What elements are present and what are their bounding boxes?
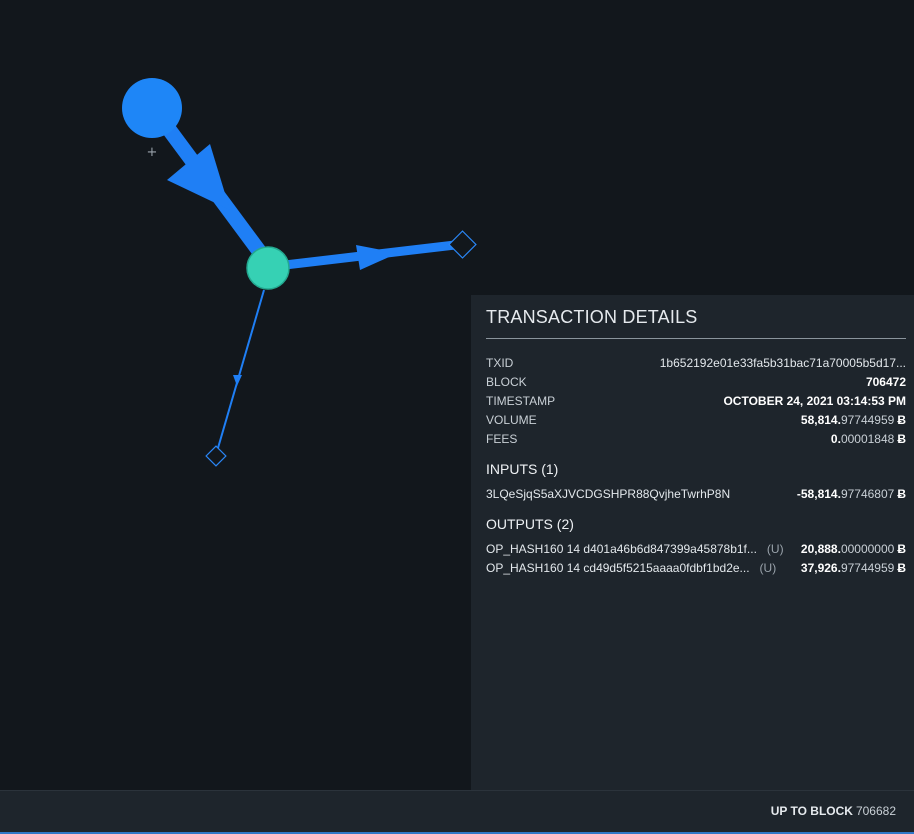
output-edge-2-arrow-icon (233, 375, 242, 386)
timestamp-label: TIMESTAMP (486, 393, 556, 408)
output-address-group: OP_HASH160 14 d401a46b6d847399a45878b1f.… (486, 542, 784, 556)
bitcoin-icon: Ƀ (897, 412, 906, 427)
inputs-title: INPUTS (1) (486, 461, 559, 477)
output-address[interactable]: OP_HASH160 14 cd49d5f5215aaaa0fdbf1bd2e.… (486, 561, 750, 575)
volume-value-integer: 58,814. (800, 412, 841, 427)
output-row[interactable]: OP_HASH160 14 d401a46b6d847399a45878b1f.… (486, 539, 906, 558)
timestamp-value: OCTOBER 24, 2021 03:14:53 PM (723, 393, 906, 408)
bitcoin-icon: Ƀ (897, 431, 906, 446)
expand-plus-icon[interactable]: + (147, 145, 158, 160)
output-edge-2[interactable] (217, 289, 265, 449)
txid-value[interactable]: 1b652192e01e33fa5b31bac71a70005b5d17... (660, 356, 906, 370)
volume-value: 58,814.97744959 Ƀ (801, 413, 906, 427)
input-address[interactable]: 3LQeSjqS5aXJVCDGSHPR88QvjheTwrhP8N (486, 487, 730, 501)
bitcoin-icon: Ƀ (897, 541, 906, 556)
input-edge[interactable] (158, 119, 269, 260)
output-amount-decimals: 97744959 (840, 560, 895, 575)
input-amount-decimals: 97746807 (840, 486, 895, 501)
unspent-tag: (U) (759, 560, 777, 575)
block-value[interactable]: 706472 (866, 375, 906, 389)
input-edge-arrow-icon (167, 144, 230, 210)
fees-label: FEES (486, 431, 518, 446)
bitcoin-icon: Ƀ (897, 560, 906, 575)
block-row: BLOCK 706472 (486, 372, 906, 391)
details-list: TXID 1b652192e01e33fa5b31bac71a70005b5d1… (486, 353, 906, 448)
output-amount-integer: 37,926. (800, 560, 841, 575)
fees-value-decimals: 00001848 (840, 431, 895, 446)
output-amount-integer: 20,888. (800, 541, 841, 556)
output-amount: 20,888.00000000 Ƀ (801, 542, 906, 556)
fees-row: FEES 0.00001848 Ƀ (486, 429, 906, 448)
output-amount: 37,926.97744959 Ƀ (801, 561, 906, 575)
output-amount-decimals: 00000000 (840, 541, 895, 556)
volume-row: VOLUME 58,814.97744959 Ƀ (486, 410, 906, 429)
transaction-node[interactable] (246, 246, 290, 290)
txid-label: TXID (486, 355, 514, 370)
block-height-value: 706682 (855, 804, 896, 818)
block-height-label: UP TO BLOCK (770, 804, 853, 818)
bitcoin-icon: Ƀ (897, 486, 906, 501)
input-address-node[interactable] (122, 78, 182, 138)
output-address-group: OP_HASH160 14 cd49d5f5215aaaa0fdbf1bd2e.… (486, 561, 776, 575)
input-row[interactable]: 3LQeSjqS5aXJVCDGSHPR88QvjheTwrhP8N -58,8… (486, 484, 906, 503)
output-node-2[interactable] (205, 445, 227, 467)
output-node-1[interactable] (448, 230, 477, 259)
block-height-indicator: UP TO BLOCK 706682 (771, 804, 896, 818)
txid-row: TXID 1b652192e01e33fa5b31bac71a70005b5d1… (486, 353, 906, 372)
output-address[interactable]: OP_HASH160 14 d401a46b6d847399a45878b1f.… (486, 542, 757, 556)
timestamp-row: TIMESTAMP OCTOBER 24, 2021 03:14:53 PM (486, 391, 906, 410)
input-amount: -58,814.97746807 Ƀ (797, 487, 906, 501)
unspent-tag: (U) (766, 541, 784, 556)
output-row[interactable]: OP_HASH160 14 cd49d5f5215aaaa0fdbf1bd2e.… (486, 558, 906, 577)
volume-label: VOLUME (486, 412, 537, 427)
output-edge-1[interactable] (284, 240, 456, 270)
transaction-details-panel: TRANSACTION DETAILS TXID 1b652192e01e33f… (471, 295, 914, 790)
panel-title: TRANSACTION DETAILS (486, 307, 906, 339)
status-bar: UP TO BLOCK 706682 (0, 790, 914, 834)
input-amount-integer: -58,814. (796, 486, 841, 501)
block-label: BLOCK (486, 374, 527, 389)
fees-value-integer: 0. (830, 431, 841, 446)
fees-value: 0.00001848 Ƀ (831, 432, 906, 446)
volume-value-decimals: 97744959 (840, 412, 895, 427)
outputs-title: OUTPUTS (2) (486, 516, 574, 532)
